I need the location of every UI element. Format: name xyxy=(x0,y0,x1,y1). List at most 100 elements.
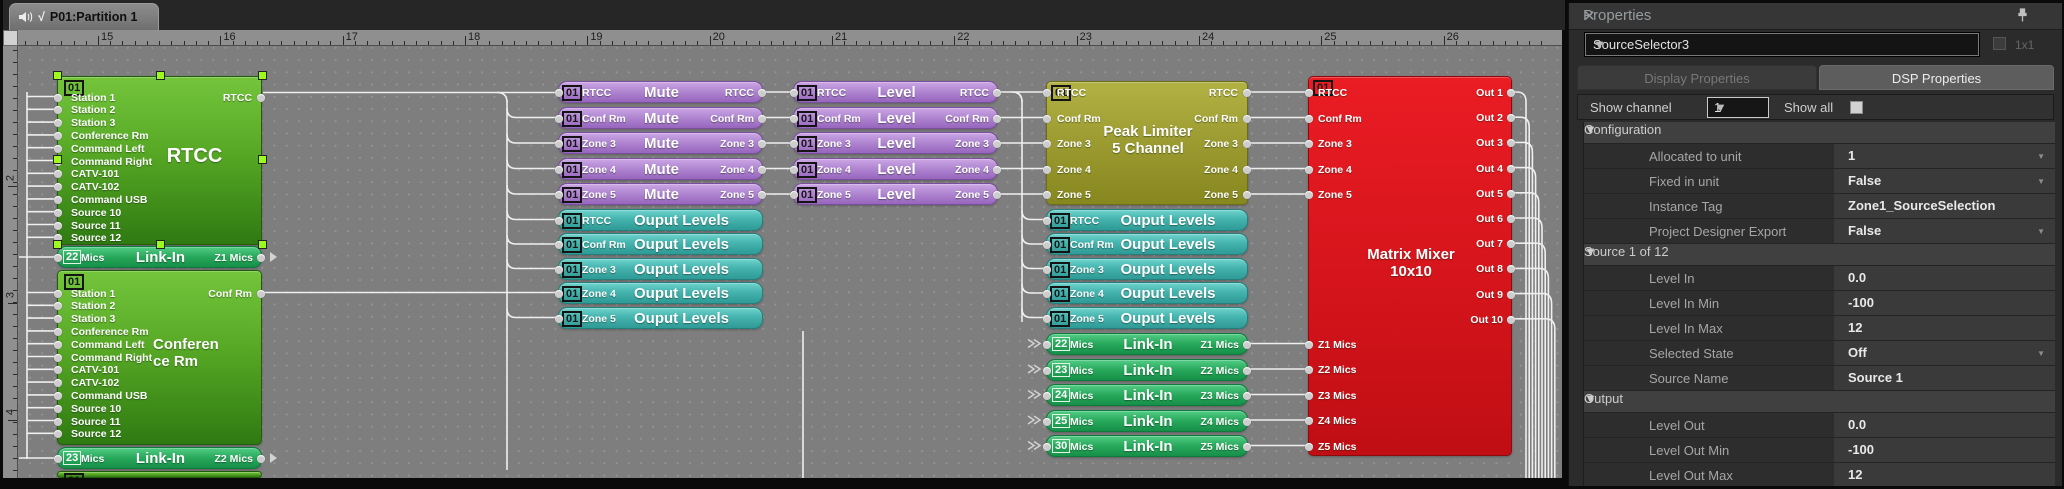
input-port[interactable] xyxy=(54,405,62,413)
input-port[interactable] xyxy=(555,241,563,249)
input-port[interactable] xyxy=(1305,89,1313,97)
block-level-1[interactable]: 01RTCCLevelRTCC xyxy=(793,81,998,103)
selection-handle[interactable] xyxy=(53,155,62,164)
output-port[interactable] xyxy=(1243,367,1251,375)
block-mute-2[interactable]: 01Conf RmMuteConf Rm xyxy=(558,107,763,129)
input-port[interactable] xyxy=(54,430,62,438)
property-value-cell[interactable]: False▼ xyxy=(1834,169,2055,193)
input-port[interactable] xyxy=(54,290,62,298)
selection-handle[interactable] xyxy=(258,155,267,164)
selection-handle[interactable] xyxy=(53,240,62,249)
tab-partition[interactable]: √ P01:Partition 1 xyxy=(9,3,159,30)
input-port[interactable] xyxy=(1043,241,1051,249)
input-port[interactable] xyxy=(54,366,62,374)
tab-dsp-properties[interactable]: DSP Properties xyxy=(1819,65,2054,90)
block-mute-3[interactable]: 01Zone 3MuteZone 3 xyxy=(558,132,763,154)
input-port[interactable] xyxy=(555,266,563,274)
input-port[interactable] xyxy=(54,392,62,400)
output-port[interactable] xyxy=(1507,190,1515,198)
input-port[interactable] xyxy=(1043,266,1051,274)
output-port[interactable] xyxy=(993,166,1001,174)
block-peak-limiter[interactable]: 01RTCCRTCCConf RmConf RmZone 3Zone 3Zone… xyxy=(1046,81,1248,205)
output-port[interactable] xyxy=(758,166,766,174)
output-port[interactable] xyxy=(257,94,265,102)
property-value-cell[interactable]: 0.0 xyxy=(1834,266,2055,290)
input-port[interactable] xyxy=(1305,115,1313,123)
input-port[interactable] xyxy=(1043,115,1051,123)
output-port[interactable] xyxy=(257,290,265,298)
block-source-selector-3[interactable]: 01 xyxy=(57,471,262,478)
input-port[interactable] xyxy=(54,183,62,191)
output-port[interactable] xyxy=(1243,418,1251,426)
property-row[interactable]: Level Out Max12 xyxy=(1584,463,2055,486)
output-port[interactable] xyxy=(257,254,265,262)
property-value-cell[interactable]: 1▼ xyxy=(1834,144,2055,168)
chevron-down-icon[interactable]: ▼ xyxy=(2037,349,2045,358)
property-group-header[interactable]: Output▼ xyxy=(1584,391,2055,413)
input-port[interactable] xyxy=(54,354,62,362)
block-output-levels-a4[interactable]: 01Zone 4Ouput Levels xyxy=(558,282,763,304)
input-port[interactable] xyxy=(555,217,563,225)
component-selector-dropdown[interactable]: SourceSelector3 ▼ xyxy=(1585,33,1979,56)
size-1x1-checkbox[interactable] xyxy=(1993,37,2006,50)
output-port[interactable] xyxy=(993,140,1001,148)
chevron-down-icon[interactable]: ▼ xyxy=(2037,227,2045,236)
property-group-header[interactable]: Configuration▼ xyxy=(1584,122,2055,144)
output-port[interactable] xyxy=(1243,166,1251,174)
output-port[interactable] xyxy=(1507,291,1515,299)
property-value-cell[interactable]: Zone1_SourceSelection xyxy=(1834,194,2055,218)
block-mute-5[interactable]: 01Zone 5MuteZone 5 xyxy=(558,183,763,205)
block-source-selector-conference[interactable]: 01Station 1Station 2Station 3Conference … xyxy=(57,270,262,445)
input-port[interactable] xyxy=(1043,166,1051,174)
input-port[interactable] xyxy=(54,379,62,387)
input-port[interactable] xyxy=(54,328,62,336)
property-value-cell[interactable]: -100 xyxy=(1834,438,2055,462)
property-row[interactable]: Instance TagZone1_SourceSelection xyxy=(1584,194,2055,219)
property-value-cell[interactable]: 12 xyxy=(1834,316,2055,340)
property-row[interactable]: Selected StateOff▼ xyxy=(1584,341,2055,366)
input-port[interactable] xyxy=(54,170,62,178)
selection-handle[interactable] xyxy=(258,240,267,249)
property-row[interactable]: Fixed in unitFalse▼ xyxy=(1584,169,2055,194)
block-link-in-zone-3[interactable]: 24MicsLink-InZ3 Mics xyxy=(1046,384,1248,406)
property-row[interactable]: Level Out0.0 xyxy=(1584,413,2055,438)
block-link-in-zone-5[interactable]: 30MicsLink-InZ5 Mics xyxy=(1046,435,1248,457)
block-link-in-z2[interactable]: 23MicsLink-InZ2 Mics xyxy=(57,447,262,469)
input-port[interactable] xyxy=(54,94,62,102)
block-output-levels-a5[interactable]: 01Zone 5Ouput Levels xyxy=(558,307,763,329)
show-channel-dropdown[interactable]: 1 ▼ xyxy=(1707,97,1769,118)
property-row[interactable]: Project Designer ExportFalse▼ xyxy=(1584,219,2055,244)
collapse-icon[interactable]: ▼ xyxy=(1584,391,2055,406)
input-port[interactable] xyxy=(1305,443,1313,451)
selection-handle[interactable] xyxy=(156,240,165,249)
input-port[interactable] xyxy=(54,209,62,217)
block-link-in-zone-1[interactable]: 22MicsLink-InZ1 Mics xyxy=(1046,333,1248,355)
output-port[interactable] xyxy=(1243,443,1251,451)
input-port[interactable] xyxy=(1043,290,1051,298)
block-output-levels-b2[interactable]: 01Conf RmOuput Levels xyxy=(1046,233,1248,255)
show-all-checkbox[interactable] xyxy=(1850,101,1863,114)
property-row[interactable]: Source NameSource 1 xyxy=(1584,366,2055,391)
input-port[interactable] xyxy=(54,106,62,114)
block-matrix-mixer[interactable]: 01RTCCConf RmZone 3Zone 4Zone 5Z1 MicsZ2… xyxy=(1308,76,1512,456)
property-row[interactable]: Level In0.0 xyxy=(1584,266,2055,291)
input-port[interactable] xyxy=(54,418,62,426)
block-source-selector-rtcc[interactable]: 01Station 1Station 2Station 3Conference … xyxy=(57,76,262,245)
block-level-3[interactable]: 01Zone 3LevelZone 3 xyxy=(793,132,998,154)
block-level-4[interactable]: 01Zone 4LevelZone 4 xyxy=(793,158,998,180)
property-value-cell[interactable]: Source 1 xyxy=(1834,366,2055,390)
output-port[interactable] xyxy=(1507,165,1515,173)
output-port[interactable] xyxy=(758,115,766,123)
block-link-in-zone-4[interactable]: 25MicsLink-InZ4 Mics xyxy=(1046,410,1248,432)
property-value-cell[interactable]: Off▼ xyxy=(1834,341,2055,365)
input-port[interactable] xyxy=(1043,191,1051,199)
block-output-levels-a1[interactable]: 01RTCCOuput Levels xyxy=(558,209,763,231)
property-row[interactable]: Level In Min-100 xyxy=(1584,291,2055,316)
output-port[interactable] xyxy=(758,140,766,148)
input-port[interactable] xyxy=(54,341,62,349)
input-port[interactable] xyxy=(1305,140,1313,148)
close-icon[interactable]: ✕ xyxy=(1583,7,2050,25)
input-port[interactable] xyxy=(54,222,62,230)
block-link-in-zone-2[interactable]: 23MicsLink-InZ2 Mics xyxy=(1046,359,1248,381)
selection-handle[interactable] xyxy=(53,71,62,80)
